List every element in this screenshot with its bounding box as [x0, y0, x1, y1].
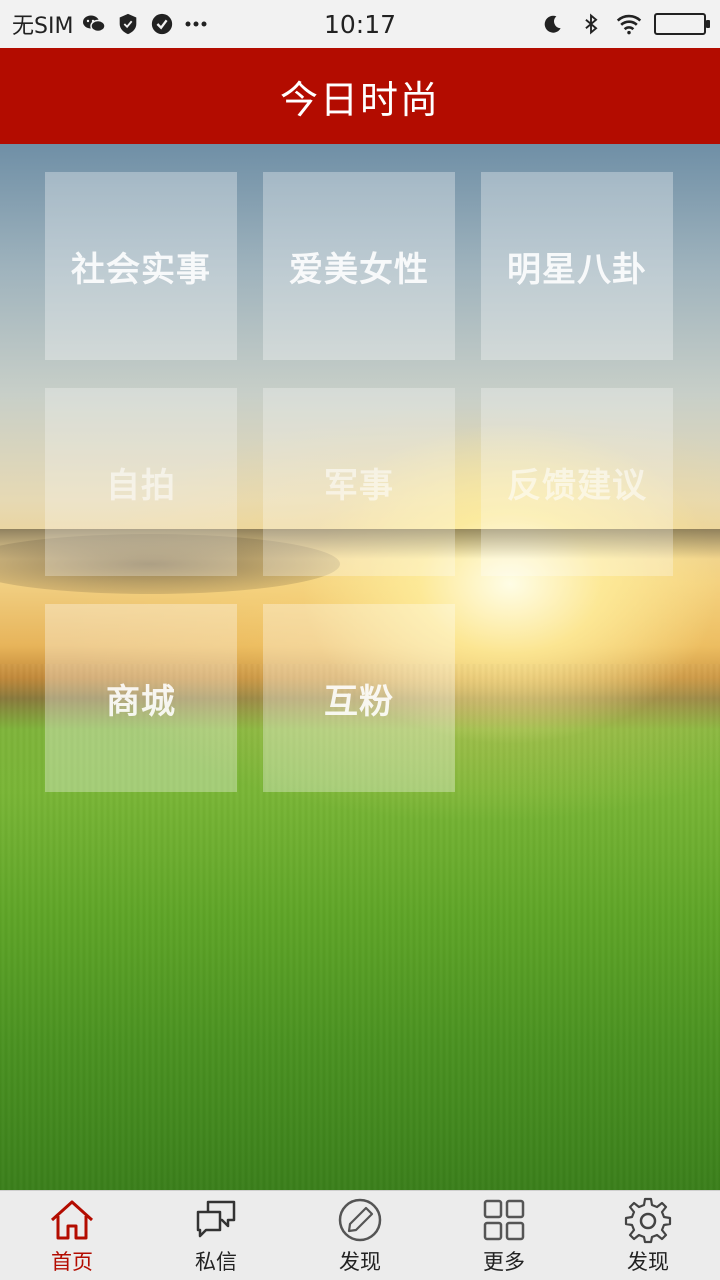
tab-more[interactable]: 更多 — [432, 1191, 576, 1280]
tab-settings[interactable]: 发现 — [576, 1191, 720, 1280]
grid-icon — [483, 1199, 525, 1240]
battery-icon — [654, 13, 710, 35]
carrier-label: 无SIM — [12, 14, 74, 39]
status-bar: 无SIM 10:17 — [0, 0, 720, 48]
wechat-icon — [81, 11, 107, 37]
gear-icon — [624, 1197, 672, 1243]
status-left: 无SIM — [12, 0, 209, 48]
page-title: 今日时尚 — [0, 48, 720, 144]
tile-mall[interactable]: 商城 — [45, 604, 237, 792]
bluetooth-icon — [578, 11, 604, 37]
tile-selfie[interactable]: 自拍 — [45, 388, 237, 576]
home-icon — [50, 1200, 94, 1239]
check-circle-icon — [149, 11, 175, 37]
tile-feedback[interactable]: 反馈建议 — [481, 388, 673, 576]
status-right — [540, 0, 710, 48]
tab-more-label: 更多 — [483, 1249, 525, 1274]
tab-discover-label: 发现 — [339, 1249, 381, 1274]
more-dots-icon — [183, 11, 209, 37]
tile-celebrity-gossip[interactable]: 明星八卦 — [481, 172, 673, 360]
tile-beauty-women[interactable]: 爱美女性 — [263, 172, 455, 360]
tile-mutual-follow[interactable]: 互粉 — [263, 604, 455, 792]
tab-settings-label: 发现 — [627, 1249, 669, 1274]
compass-pen-icon — [338, 1198, 382, 1241]
chat-bubbles-icon — [196, 1200, 236, 1237]
wifi-icon — [616, 11, 642, 37]
tab-home[interactable]: 首页 — [0, 1191, 144, 1280]
bottom-tab-bar: 首页 私信 发现 更多 发现 — [0, 1190, 720, 1280]
tile-military[interactable]: 军事 — [263, 388, 455, 576]
tab-messages-label: 私信 — [195, 1249, 237, 1274]
moon-icon — [540, 11, 566, 37]
shield-icon — [115, 11, 141, 37]
tile-social-news[interactable]: 社会实事 — [45, 172, 237, 360]
tab-messages[interactable]: 私信 — [144, 1191, 288, 1280]
tab-home-label: 首页 — [51, 1249, 93, 1274]
tab-discover[interactable]: 发现 — [288, 1191, 432, 1280]
